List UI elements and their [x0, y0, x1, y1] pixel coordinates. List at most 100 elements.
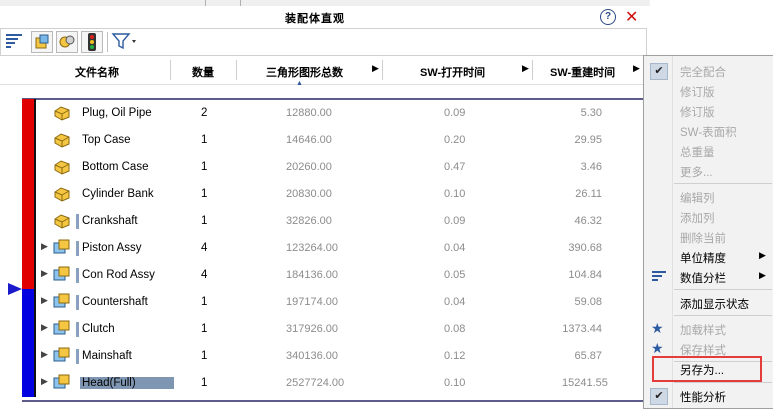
- row-marker: [76, 322, 79, 337]
- part-icon: [52, 184, 72, 202]
- cell-rebuild-time: 29.95: [574, 134, 602, 146]
- cell-rebuild-time: 59.08: [574, 296, 602, 308]
- cell-file-name: Clutch: [82, 323, 115, 335]
- assembly-icon[interactable]: [31, 31, 53, 53]
- cell-rebuild-time: 3.46: [580, 161, 602, 173]
- cell-triangles: 340136.00: [286, 350, 338, 362]
- expand-arrow-icon[interactable]: ▶: [41, 268, 48, 279]
- part-icon: [52, 103, 72, 121]
- menu-item-total-weight[interactable]: 总重量: [644, 141, 773, 160]
- cell-quantity: 1: [201, 161, 208, 173]
- cell-file-name: Con Rod Assy: [82, 269, 155, 281]
- cell-open-time: 0.05: [444, 269, 466, 281]
- submenu-arrow-icon: ▶: [759, 270, 766, 280]
- menu-item-more[interactable]: 更多...: [644, 161, 773, 180]
- cell-triangles: 20260.00: [286, 161, 332, 173]
- cell-rebuild-time: 46.32: [574, 215, 602, 227]
- cell-open-time: 0.04: [444, 296, 466, 308]
- menu-item-delete-current[interactable]: 删除当前: [644, 227, 773, 246]
- cell-quantity: 1: [201, 188, 208, 200]
- expand-arrow-icon[interactable]: ▶: [41, 349, 48, 360]
- table-row[interactable]: ▶ Head(Full) 1 2527724.00 0.10 15241.55: [36, 370, 644, 397]
- menu-item-surface-area[interactable]: SW-表面积: [644, 121, 773, 140]
- menu-item-add-column[interactable]: 添加列: [644, 207, 773, 226]
- submenu-arrow-icon: ▶: [759, 250, 766, 260]
- threshold-slider-marker[interactable]: [8, 283, 22, 295]
- cell-open-time: 0.08: [444, 323, 466, 335]
- column-arrow-icon[interactable]: ▶: [522, 63, 529, 74]
- assembly-icon: [52, 319, 72, 337]
- help-icon[interactable]: ?: [600, 9, 616, 25]
- cell-rebuild-time: 104.84: [568, 269, 602, 281]
- table-row[interactable]: Bottom Case 1 20260.00 0.47 3.46: [36, 154, 644, 181]
- assembly-icon: [52, 265, 72, 283]
- expand-arrow-icon[interactable]: ▶: [41, 241, 48, 252]
- cell-rebuild-time: 5.30: [580, 107, 602, 119]
- table-row[interactable]: ▶ Clutch 1 317926.00 0.08 1373.44: [36, 316, 644, 343]
- cell-triangles: 184136.00: [286, 269, 338, 281]
- sort-indicator-icon: ▲: [296, 80, 303, 87]
- traffic-light-icon[interactable]: [81, 31, 103, 53]
- menu-item-unit-precision[interactable]: 单位精度 ▶: [644, 247, 773, 266]
- filter-icon[interactable]: [111, 31, 139, 51]
- row-marker: [76, 295, 79, 310]
- table-row[interactable]: ▶ Mainshaft 1 340136.00 0.12 65.87: [36, 343, 644, 370]
- table-row[interactable]: ▶ Countershaft 1 197174.00 0.04 59.08: [36, 289, 644, 316]
- cell-triangles: 32826.00: [286, 215, 332, 227]
- cell-quantity: 4: [201, 269, 208, 281]
- star-save-icon: ★: [651, 340, 664, 356]
- bar-chart-icon[interactable]: [4, 31, 24, 51]
- cell-quantity: 1: [201, 350, 208, 362]
- expand-arrow-icon[interactable]: ▶: [41, 322, 48, 333]
- menu-item-performance-analysis[interactable]: ✔ 性能分析: [644, 386, 773, 405]
- cell-rebuild-time: 1373.44: [562, 323, 602, 335]
- panel-title: 装配体直观: [285, 13, 345, 25]
- row-marker: [76, 268, 79, 283]
- column-arrow-icon[interactable]: ▶: [633, 63, 640, 74]
- table-row[interactable]: ▶ Piston Assy 4 123264.00 0.04 390.68: [36, 235, 644, 262]
- column-arrow-icon[interactable]: ▶: [372, 63, 379, 74]
- cell-triangles: 123264.00: [286, 242, 338, 254]
- column-file-name[interactable]: 文件名称: [75, 64, 119, 80]
- cell-triangles: 20830.00: [286, 188, 332, 200]
- menu-item-load-style[interactable]: ★ 加载样式: [644, 319, 773, 338]
- table-row[interactable]: Top Case 1 14646.00 0.20 29.95: [36, 127, 644, 154]
- check-icon: ✔: [650, 388, 668, 405]
- cell-file-name: Piston Assy: [82, 242, 142, 254]
- column-divider: [532, 60, 533, 80]
- cell-open-time: 0.10: [444, 188, 466, 200]
- column-open-time[interactable]: SW-打开时间: [420, 64, 485, 80]
- expand-arrow-icon[interactable]: ▶: [41, 376, 48, 387]
- menu-item-full-match[interactable]: ✔ 完全配合: [644, 61, 773, 80]
- menu-item-revision[interactable]: 修订版: [644, 81, 773, 100]
- check-icon: ✔: [650, 63, 668, 80]
- cell-open-time: 0.20: [444, 134, 466, 146]
- menu-separator: [674, 289, 772, 290]
- close-icon[interactable]: ✕: [625, 7, 638, 27]
- column-rebuild-time[interactable]: SW-重建时间: [550, 64, 615, 80]
- column-quantity[interactable]: 数量: [192, 64, 214, 80]
- table-row[interactable]: Plug, Oil Pipe 2 12880.00 0.09 5.30: [36, 100, 644, 127]
- menu-item-value-bins[interactable]: 数值分栏 ▶: [644, 267, 773, 286]
- mates-icon[interactable]: [56, 31, 78, 53]
- menu-item-edit-column[interactable]: 编辑列: [644, 187, 773, 206]
- menu-item-revision-2[interactable]: 修订版: [644, 101, 773, 120]
- cell-open-time: 0.10: [444, 377, 466, 389]
- assembly-icon: [52, 373, 72, 391]
- menu-item-add-display-state[interactable]: 添加显示状态: [644, 293, 773, 312]
- bar-chart-icon: [652, 270, 668, 287]
- table-row[interactable]: ▶ Con Rod Assy 4 184136.00 0.05 104.84: [36, 262, 644, 289]
- column-header: 文件名称 数量 三角形图形总数 ▶ SW-打开时间 ▶ SW-重建时间 ▶ ▲: [0, 56, 645, 87]
- expand-arrow-icon[interactable]: ▶: [41, 295, 48, 306]
- cell-rebuild-time: 26.11: [575, 188, 602, 200]
- cell-file-name: Countershaft: [82, 296, 148, 308]
- cell-file-name: Crankshaft: [82, 215, 138, 227]
- column-triangles[interactable]: 三角形图形总数: [266, 64, 343, 80]
- table-row[interactable]: Cylinder Bank 1 20830.00 0.10 26.11: [36, 181, 644, 208]
- row-marker: [76, 349, 79, 364]
- panel-titlebar: 装配体直观 ? ✕: [0, 6, 650, 28]
- cell-quantity: 4: [201, 242, 208, 254]
- table-row[interactable]: Crankshaft 1 32826.00 0.09 46.32: [36, 208, 644, 235]
- part-icon: [52, 211, 72, 229]
- assembly-icon: [52, 292, 72, 310]
